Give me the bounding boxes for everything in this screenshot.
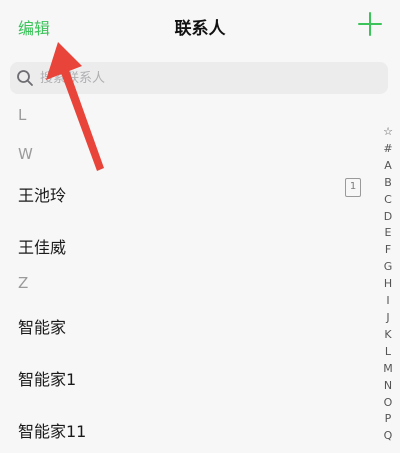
- index-letter-f[interactable]: F: [378, 242, 398, 259]
- contact-name: 王佳威: [18, 238, 67, 257]
- index-letter-k[interactable]: K: [378, 327, 398, 344]
- index-letter-o[interactable]: O: [378, 395, 398, 412]
- contact-row-2[interactable]: 王佳威: [0, 224, 370, 264]
- section-header-l: L: [18, 106, 27, 124]
- navigation-bar: 编辑 联系人: [0, 0, 400, 52]
- contact-name: 智能家: [18, 318, 67, 337]
- plus-icon: [358, 12, 382, 36]
- contact-row-3[interactable]: 智能家: [0, 304, 370, 344]
- index-letter-d[interactable]: D: [378, 209, 398, 226]
- page-title: 联系人: [174, 19, 226, 39]
- contact-row-5[interactable]: 智能家11: [0, 408, 370, 448]
- search-icon: [17, 70, 33, 86]
- section-header-w: W: [18, 145, 33, 163]
- add-contact-button[interactable]: [358, 12, 382, 36]
- index-letter-i[interactable]: I: [378, 293, 398, 310]
- index-letter-hash[interactable]: #: [378, 141, 398, 158]
- index-letter-m[interactable]: M: [378, 361, 398, 378]
- contact-row-4[interactable]: 智能家1: [0, 356, 370, 396]
- index-letter-p[interactable]: P: [378, 411, 398, 428]
- sim-card-icon: 1: [345, 178, 361, 197]
- index-letter-e[interactable]: E: [378, 225, 398, 242]
- index-letter-j[interactable]: J: [378, 310, 398, 327]
- index-letter-b[interactable]: B: [378, 175, 398, 192]
- contact-name: 智能家11: [18, 422, 87, 441]
- index-letter-g[interactable]: G: [378, 259, 398, 276]
- contact-name: 王池玲: [18, 186, 67, 205]
- index-letter-a[interactable]: A: [378, 158, 398, 175]
- contact-row-1[interactable]: 王池玲 1: [0, 172, 370, 212]
- section-header-z: Z: [18, 274, 29, 292]
- index-letter-q[interactable]: Q: [378, 428, 398, 445]
- index-letter-l[interactable]: L: [378, 344, 398, 361]
- alphabet-index[interactable]: ☆ # A B C D E F G H I J K L M N O P Q: [378, 124, 398, 453]
- index-letter-c[interactable]: C: [378, 192, 398, 209]
- index-letter-star[interactable]: ☆: [378, 124, 398, 141]
- index-letter-h[interactable]: H: [378, 276, 398, 293]
- contact-name: 智能家1: [18, 370, 77, 389]
- search-input[interactable]: [40, 66, 370, 90]
- search-bar[interactable]: [10, 62, 388, 94]
- index-letter-n[interactable]: N: [378, 378, 398, 395]
